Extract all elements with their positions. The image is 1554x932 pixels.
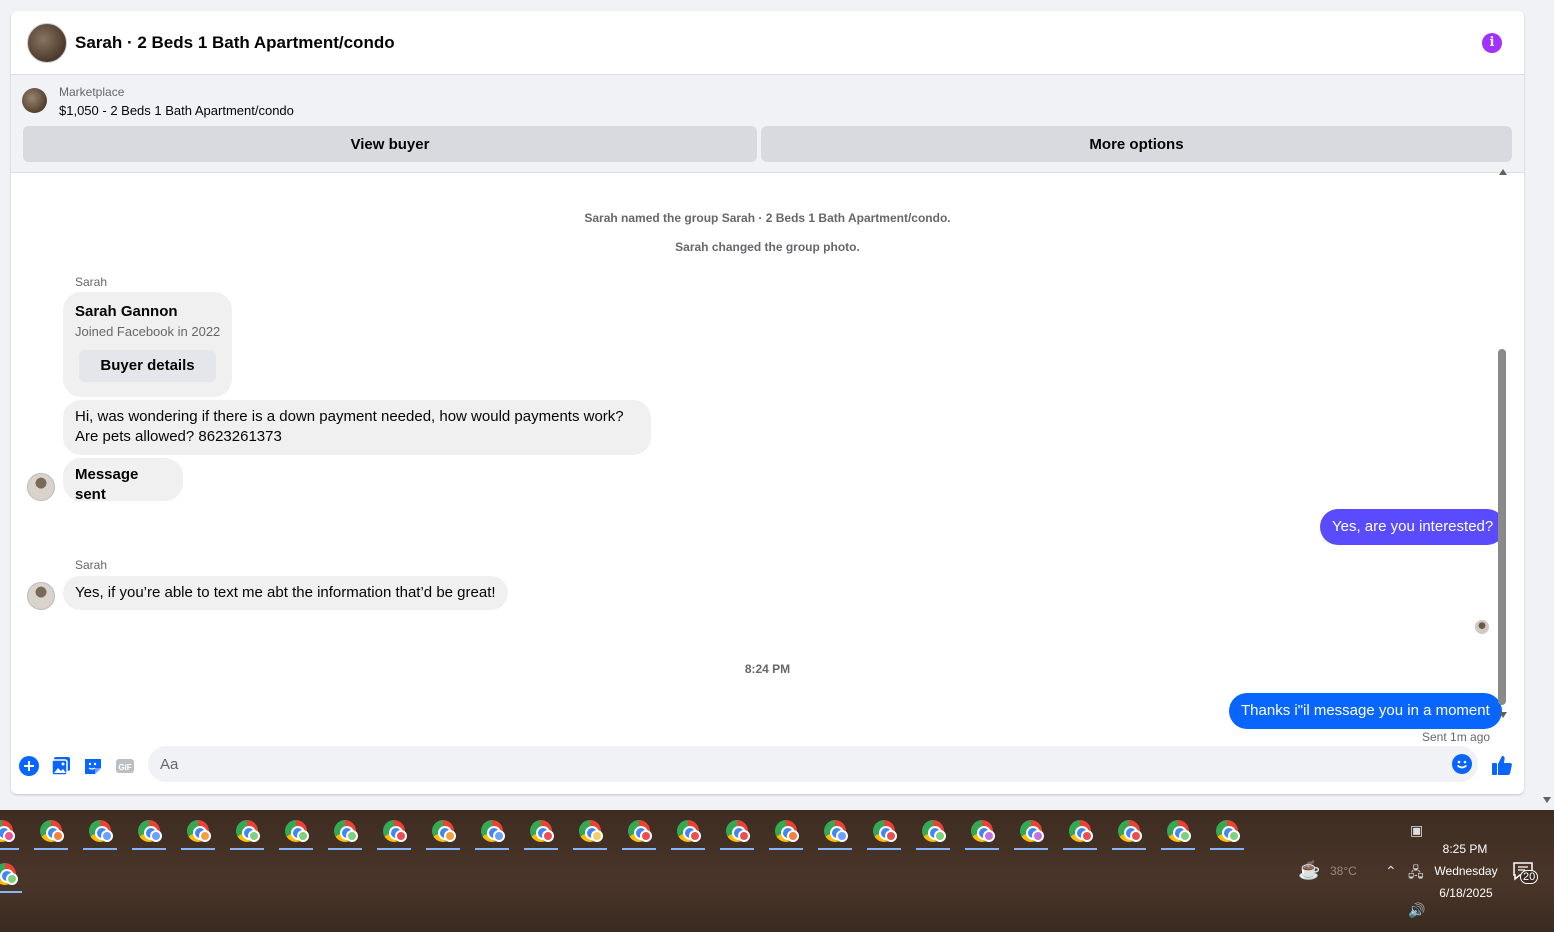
taskbar-chrome-app-icon[interactable] bbox=[475, 812, 509, 850]
taskbar-chrome-app-icon[interactable] bbox=[1112, 812, 1146, 850]
page-scroll-down-arrow-icon[interactable] bbox=[1543, 797, 1551, 803]
taskbar-chrome-app-icon[interactable] bbox=[377, 812, 411, 850]
taskbar-chrome-app-icon[interactable] bbox=[1161, 812, 1195, 850]
view-buyer-button[interactable]: View buyer bbox=[23, 126, 757, 162]
time-divider: 8:24 PM bbox=[744, 662, 791, 676]
taskbar-chrome-app-icon[interactable] bbox=[34, 812, 68, 850]
sent-status: Sent 1m ago bbox=[1422, 730, 1491, 744]
taskbar-chrome-app-icon[interactable] bbox=[181, 812, 215, 850]
message-bubble-incoming[interactable]: Hi, was wondering if there is a down pay… bbox=[63, 400, 651, 455]
weather-icon[interactable]: ☕ bbox=[1298, 860, 1320, 881]
chat-header: Sarah · 2 Beds 1 Bath Apartment/condo i bbox=[11, 11, 1524, 75]
chat-window: Sarah · 2 Beds 1 Bath Apartment/condo i … bbox=[11, 11, 1524, 794]
plus-icon[interactable] bbox=[19, 756, 39, 776]
taskbar-chrome-app-icon[interactable] bbox=[1063, 812, 1097, 850]
taskbar-chrome-app-icon[interactable] bbox=[0, 812, 19, 850]
message-input-wrapper bbox=[148, 746, 1478, 782]
sender-name: Sarah bbox=[75, 275, 108, 289]
taskbar-chrome-app-icon[interactable] bbox=[671, 812, 705, 850]
taskbar-chrome-app-icon[interactable] bbox=[132, 812, 166, 850]
thumbs-up-icon[interactable] bbox=[1491, 754, 1513, 776]
image-icon[interactable] bbox=[51, 756, 71, 776]
taskbar-chrome-app-icon[interactable] bbox=[524, 812, 558, 850]
taskbar-chrome-app-icon[interactable] bbox=[818, 812, 852, 850]
buyer-details-button[interactable]: Buyer details bbox=[79, 350, 216, 382]
message-text: Yes, if you’re able to text me abt the i… bbox=[75, 584, 496, 601]
info-icon[interactable]: i bbox=[1482, 33, 1502, 53]
marketplace-label: Marketplace bbox=[59, 85, 125, 99]
message-text: Message sent bbox=[75, 466, 139, 503]
message-bubble-incoming[interactable]: Yes, if you’re able to text me abt the i… bbox=[63, 576, 508, 610]
listing-thumbnail[interactable] bbox=[22, 88, 47, 113]
sticker-icon[interactable] bbox=[83, 756, 103, 776]
system-message: Sarah named the group Sarah · 2 Beds 1 B… bbox=[584, 211, 951, 225]
svg-text:GIF: GIF bbox=[118, 763, 131, 772]
weather-temperature[interactable]: 38°C bbox=[1330, 864, 1357, 878]
group-avatar[interactable] bbox=[27, 22, 67, 63]
taskbar-chrome-app-icon[interactable] bbox=[83, 812, 117, 850]
taskbar-chrome-app-icon[interactable] bbox=[1210, 812, 1244, 850]
system-message: Sarah changed the group photo. bbox=[675, 240, 860, 254]
buyer-card: Sarah Gannon Joined Facebook in 2022 Buy… bbox=[63, 292, 232, 397]
taskbar-chrome-app-icon[interactable] bbox=[573, 812, 607, 850]
message-bubble-outgoing[interactable]: Yes, are you interested? bbox=[1320, 509, 1506, 545]
taskbar-chrome-app-icon[interactable] bbox=[965, 812, 999, 850]
message-input[interactable] bbox=[160, 746, 1440, 782]
scroll-thumb[interactable] bbox=[1498, 349, 1506, 705]
volume-icon[interactable]: 🔊 bbox=[1408, 902, 1425, 919]
chat-title[interactable]: Sarah · 2 Beds 1 Bath Apartment/condo bbox=[75, 33, 395, 53]
taskbar-chrome-app-icon[interactable] bbox=[0, 855, 22, 893]
taskbar-chrome-app-icon[interactable] bbox=[720, 812, 754, 850]
taskbar-chrome-app-icon[interactable] bbox=[230, 812, 264, 850]
taskbar-chrome-app-icon[interactable] bbox=[769, 812, 803, 850]
taskbar-chrome-app-icon[interactable] bbox=[916, 812, 950, 850]
chevron-up-icon[interactable]: ⌃ bbox=[1385, 863, 1397, 880]
sender-avatar[interactable] bbox=[27, 473, 55, 501]
read-receipt-avatar bbox=[1475, 620, 1489, 634]
listing-title[interactable]: $1,050 - 2 Beds 1 Bath Apartment/condo bbox=[59, 103, 294, 118]
taskbar-chrome-app-icon[interactable] bbox=[328, 812, 362, 850]
emoji-icon[interactable] bbox=[1452, 754, 1472, 774]
gif-icon[interactable]: GIF bbox=[115, 756, 135, 776]
message-text: Are pets allowed? 8623261373 bbox=[75, 428, 282, 445]
buyer-joined: Joined Facebook in 2022 bbox=[75, 324, 221, 339]
buyer-name: Sarah Gannon bbox=[75, 303, 178, 320]
notification-center-icon[interactable]: 20 bbox=[1512, 860, 1539, 884]
message-list: Sarah named the group Sarah · 2 Beds 1 B… bbox=[11, 174, 1524, 747]
clock-day[interactable]: Wednesday bbox=[1430, 864, 1502, 878]
taskbar-chrome-app-icon[interactable] bbox=[1014, 812, 1048, 850]
scroll-down-arrow-icon[interactable] bbox=[1499, 712, 1507, 718]
marketplace-bar: Marketplace $1,050 - 2 Beds 1 Bath Apart… bbox=[11, 75, 1524, 173]
meet-now-icon[interactable]: ▣ bbox=[1410, 822, 1423, 839]
message-bubble-outgoing[interactable]: Thanks i"il message you in a moment bbox=[1229, 693, 1502, 729]
more-options-button[interactable]: More options bbox=[761, 126, 1512, 162]
message-composer: GIF bbox=[11, 746, 1524, 794]
scroll-up-arrow-icon[interactable] bbox=[1499, 169, 1507, 175]
message-text: Hi, was wondering if there is a down pay… bbox=[75, 408, 624, 425]
sender-avatar[interactable] bbox=[27, 582, 55, 610]
notification-count-badge: 20 bbox=[1520, 870, 1539, 884]
clock-time[interactable]: 8:25 PM bbox=[1432, 842, 1498, 856]
clock-date[interactable]: 6/18/2025 bbox=[1430, 886, 1502, 900]
network-icon[interactable]: 🖧 bbox=[1408, 862, 1424, 886]
taskbar-chrome-app-icon[interactable] bbox=[867, 812, 901, 850]
taskbar: ▣ 8:25 PM ☕ 38°C ⌃ 🖧 Wednesday 6/18/2025… bbox=[0, 810, 1554, 932]
taskbar-chrome-app-icon[interactable] bbox=[426, 812, 460, 850]
taskbar-chrome-app-icon[interactable] bbox=[622, 812, 656, 850]
message-scrollbar[interactable] bbox=[1495, 163, 1509, 723]
sender-name: Sarah bbox=[75, 558, 108, 572]
message-bubble-incoming[interactable]: Message sent bbox=[63, 458, 183, 503]
taskbar-chrome-app-icon[interactable] bbox=[279, 812, 313, 850]
